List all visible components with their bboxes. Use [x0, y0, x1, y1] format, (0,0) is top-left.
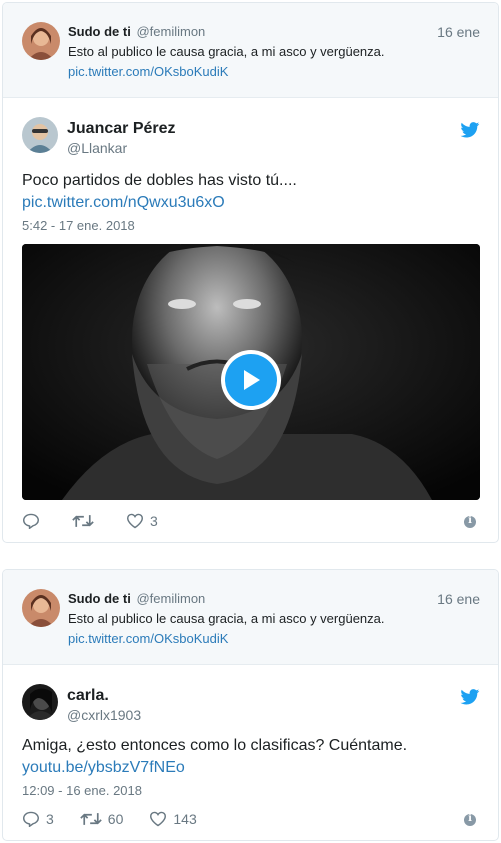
- like-button[interactable]: 3: [126, 513, 158, 529]
- info-icon[interactable]: [464, 813, 476, 826]
- reply-link[interactable]: pic.twitter.com/OKsboKudiK: [68, 631, 228, 646]
- twitter-bird-icon[interactable]: [460, 122, 480, 138]
- quoted-reply-context[interactable]: Sudo de ti @femilimon 16 ene Esto al pub…: [3, 570, 498, 665]
- reply-button[interactable]: 3: [22, 811, 54, 827]
- embedded-tweet-card: Sudo de ti @femilimon 16 ene Esto al pub…: [2, 2, 499, 543]
- reply-link[interactable]: pic.twitter.com/OKsboKudiK: [68, 64, 228, 79]
- retweet-button[interactable]: 60: [80, 811, 124, 827]
- avatar[interactable]: [22, 117, 58, 153]
- reply-author-handle[interactable]: @femilimon: [136, 24, 205, 39]
- tweet-actions: 3 60 143: [22, 811, 223, 827]
- retweet-icon: [72, 515, 94, 527]
- reply-count: 3: [46, 811, 54, 827]
- reply-author[interactable]: Sudo de ti @femilimon: [68, 24, 205, 39]
- video-thumbnail[interactable]: [22, 244, 480, 500]
- author-handle[interactable]: @Llankar: [67, 140, 127, 156]
- tweet-text: Poco partidos de dobles has visto tú....: [22, 172, 297, 189]
- info-icon[interactable]: [464, 515, 476, 528]
- tweet-timestamp[interactable]: 5:42 - 17 ene. 2018: [22, 218, 135, 233]
- tweet-media-link[interactable]: pic.twitter.com/nQwxu3u6xO: [22, 194, 225, 212]
- reply-date[interactable]: 16 ene: [437, 24, 480, 40]
- like-count: 3: [150, 513, 158, 529]
- reply-date[interactable]: 16 ene: [437, 591, 480, 607]
- reply-text: Esto al publico le causa gracia, a mi as…: [68, 611, 385, 626]
- reply-author-name[interactable]: Sudo de ti: [68, 591, 131, 606]
- retweet-button[interactable]: [72, 513, 100, 529]
- tweet-timestamp[interactable]: 12:09 - 16 ene. 2018: [22, 783, 142, 798]
- reply-author[interactable]: Sudo de ti @femilimon: [68, 591, 205, 606]
- tweet-text: Amiga, ¿esto entonces como lo clasificas…: [22, 737, 408, 754]
- tweet-actions: 3: [22, 513, 184, 529]
- author-name[interactable]: Juancar Pérez: [67, 120, 176, 138]
- heart-icon: [126, 513, 144, 529]
- reply-button[interactable]: [22, 513, 46, 529]
- author-handle[interactable]: @cxrlx1903: [67, 707, 141, 723]
- heart-icon: [150, 811, 167, 827]
- reply-author-name[interactable]: Sudo de ti: [68, 24, 131, 39]
- embedded-tweet-card: Sudo de ti @femilimon 16 ene Esto al pub…: [2, 569, 499, 841]
- play-icon: [225, 354, 277, 406]
- avatar[interactable]: [22, 22, 60, 60]
- play-button[interactable]: [221, 350, 281, 410]
- tweet-link[interactable]: youtu.be/ybsbzV7fNEo: [22, 759, 185, 777]
- twitter-bird-icon[interactable]: [460, 689, 480, 705]
- reply-icon: [22, 513, 40, 529]
- reply-text: Esto al publico le causa gracia, a mi as…: [68, 44, 385, 59]
- author-name[interactable]: carla.: [67, 687, 109, 705]
- reply-author-handle[interactable]: @femilimon: [136, 591, 205, 606]
- avatar[interactable]: [22, 684, 58, 720]
- quoted-reply-context[interactable]: Sudo de ti @femilimon 16 ene Esto al pub…: [3, 3, 498, 98]
- retweet-count: 60: [107, 811, 124, 827]
- like-count: 143: [173, 811, 197, 827]
- reply-icon: [22, 811, 40, 827]
- retweet-icon: [80, 813, 102, 825]
- like-button[interactable]: 143: [149, 811, 197, 827]
- avatar[interactable]: [22, 589, 60, 627]
